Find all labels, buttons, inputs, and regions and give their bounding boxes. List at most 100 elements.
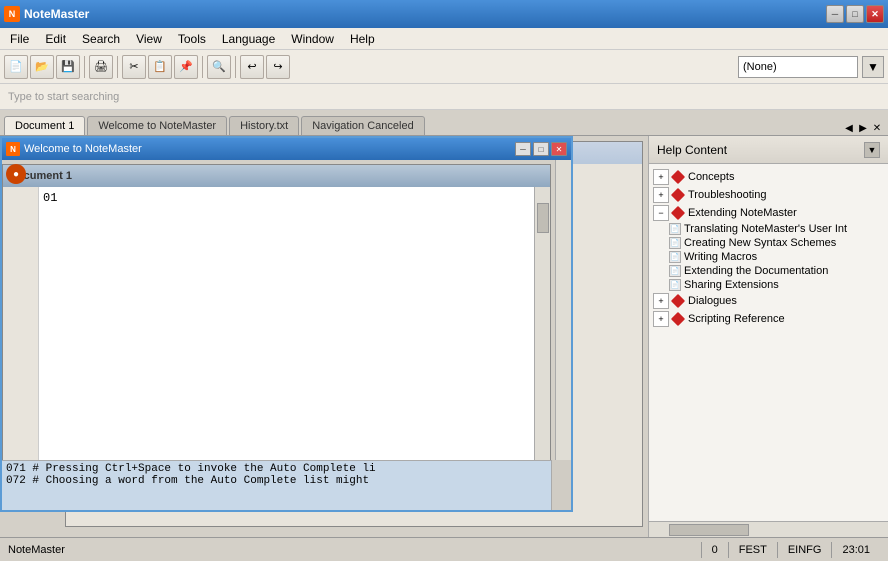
tree-label-translating: Translating NoteMaster's User Int [684,223,847,235]
toolbar-right: (None) ▼ [738,56,884,78]
toolbar-sep-3 [202,56,203,78]
welcome-window: N Welcome to NoteMaster ─ □ ✕ ● [0,136,573,512]
undo-button[interactable]: ↩ [240,55,264,79]
inner-area: ● Document 1 01 [2,160,571,510]
status-time: 23:01 [831,542,880,558]
minimize-button[interactable]: ─ [826,5,844,23]
document-area: alntrts al nt r l nts eMa eM ing eM par … [0,136,648,537]
scrollbar-thumb [537,203,549,233]
paste-button[interactable]: 📌 [174,55,198,79]
tree-concepts-expander[interactable]: + [653,169,669,185]
tree-dialogues-expander[interactable]: + [653,293,669,309]
tree-extending-expander[interactable]: − [653,205,669,221]
copy-button[interactable]: 📋 [148,55,172,79]
tree-concepts[interactable]: + Concepts [649,168,888,186]
tree-label-syntax: Creating New Syntax Schemes [684,237,836,249]
welcome-maximize-button[interactable]: □ [533,142,549,156]
tree-extending-icon [671,206,685,220]
find-button[interactable]: 🔍 [207,55,231,79]
window-controls: ─ □ ✕ [826,5,884,23]
tree-scripting-icon [671,312,685,326]
right-scrollbar[interactable] [555,160,571,460]
search-placeholder: Type to start searching [8,91,119,103]
tab-document1[interactable]: Document 1 [4,116,85,135]
redo-button[interactable]: ↪ [266,55,290,79]
document1-window: Document 1 01 [2,164,551,490]
tab-history[interactable]: History.txt [229,116,299,135]
menu-file[interactable]: File [2,28,37,49]
toolbar-sep-2 [117,56,118,78]
new-button[interactable]: 📄 [4,55,28,79]
menu-view[interactable]: View [128,28,170,49]
maximize-button[interactable]: □ [846,5,864,23]
left-gutter-icon: ● [6,164,26,184]
welcome-minimize-button[interactable]: ─ [515,142,531,156]
status-position: 0 [701,542,728,558]
help-panel-arrow[interactable]: ▼ [864,142,880,158]
syntax-dropdown[interactable]: (None) [738,56,858,78]
tree-scripting-label: Scripting Reference [688,313,785,325]
help-h-thumb [669,524,749,536]
tree-troubleshooting[interactable]: + Troubleshooting [649,186,888,204]
menu-window[interactable]: Window [283,28,342,49]
help-scrollbar-h[interactable] [649,521,888,537]
help-header: Help Content ▼ [649,136,888,164]
tree-extending-header[interactable]: − Extending NoteMaster [649,204,888,222]
content-wrapper: alntrts al nt r l nts eMa eM ing eM par … [0,136,888,537]
app-title: NoteMaster [24,7,826,21]
tree-item-macros[interactable]: 📄 Writing Macros [649,250,888,264]
cut-button[interactable]: ✂ [122,55,146,79]
tree-troubleshooting-expander[interactable]: + [653,187,669,203]
status-items: 0 FEST EINFG 23:01 [701,542,880,558]
open-button[interactable]: 📂 [30,55,54,79]
tab-prev-button[interactable]: ◀ [842,121,856,135]
tree-dialogues[interactable]: + Dialogues [649,292,888,310]
document1-content[interactable]: 01 [39,187,534,473]
tab-close-button[interactable]: ✕ [870,121,884,135]
welcome-titlebar: N Welcome to NoteMaster ─ □ ✕ [2,138,571,160]
code-line-1: 071 # Pressing Ctrl+Space to invoke the … [6,463,547,475]
menu-tools[interactable]: Tools [170,28,214,49]
status-mode1: FEST [728,542,777,558]
tree-dialogues-icon [671,294,685,308]
tree-item-sharing[interactable]: 📄 Sharing Extensions [649,278,888,292]
page-icon-sharing: 📄 [669,279,681,291]
tree-item-translating[interactable]: 📄 Translating NoteMaster's User Int [649,222,888,236]
welcome-close-button[interactable]: ✕ [551,142,567,156]
tab-next-button[interactable]: ▶ [856,121,870,135]
tree-scripting-expander[interactable]: + [653,311,669,327]
tree-dialogues-label: Dialogues [688,295,737,307]
tree-concepts-label: Concepts [688,171,734,183]
document1-body: 01 [3,187,550,473]
page-icon-extending-doc: 📄 [669,265,681,277]
line-number-gutter [3,187,39,473]
syntax-dropdown-arrow[interactable]: ▼ [862,56,884,78]
save-button[interactable]: 💾 [56,55,80,79]
help-tree: + Concepts + Troubleshooting − Extending… [649,164,888,521]
title-bar: N NoteMaster ─ □ ✕ [0,0,888,28]
toolbar-sep-1 [84,56,85,78]
tree-scripting[interactable]: + Scripting Reference [649,310,888,328]
welcome-window-controls: ─ □ ✕ [515,142,567,156]
tree-item-syntax[interactable]: 📄 Creating New Syntax Schemes [649,236,888,250]
menu-edit[interactable]: Edit [37,28,74,49]
welcome-window-title: Welcome to NoteMaster [24,143,515,155]
menu-language[interactable]: Language [214,28,283,49]
status-appname: NoteMaster [8,544,701,556]
document1-scrollbar-v[interactable] [534,187,550,473]
tree-item-extending-doc[interactable]: 📄 Extending the Documentation [649,264,888,278]
menu-search[interactable]: Search [74,28,128,49]
tree-label-macros: Writing Macros [684,251,757,263]
close-button[interactable]: ✕ [866,5,884,23]
tab-navigation[interactable]: Navigation Canceled [301,116,425,135]
search-bar: Type to start searching [0,84,888,110]
code-scrollbar-v[interactable] [551,460,571,510]
tab-navigation-controls: ◀ ▶ ✕ [842,121,884,135]
menu-help[interactable]: Help [342,28,383,49]
tab-welcome[interactable]: Welcome to NoteMaster [87,116,227,135]
help-panel: Help Content ▼ + Concepts + Troubleshoot… [648,136,888,537]
help-panel-title: Help Content [657,143,727,157]
page-icon-translating: 📄 [669,223,681,235]
welcome-window-icon: N [6,142,20,156]
print-button[interactable]: 🖨 [89,55,113,79]
